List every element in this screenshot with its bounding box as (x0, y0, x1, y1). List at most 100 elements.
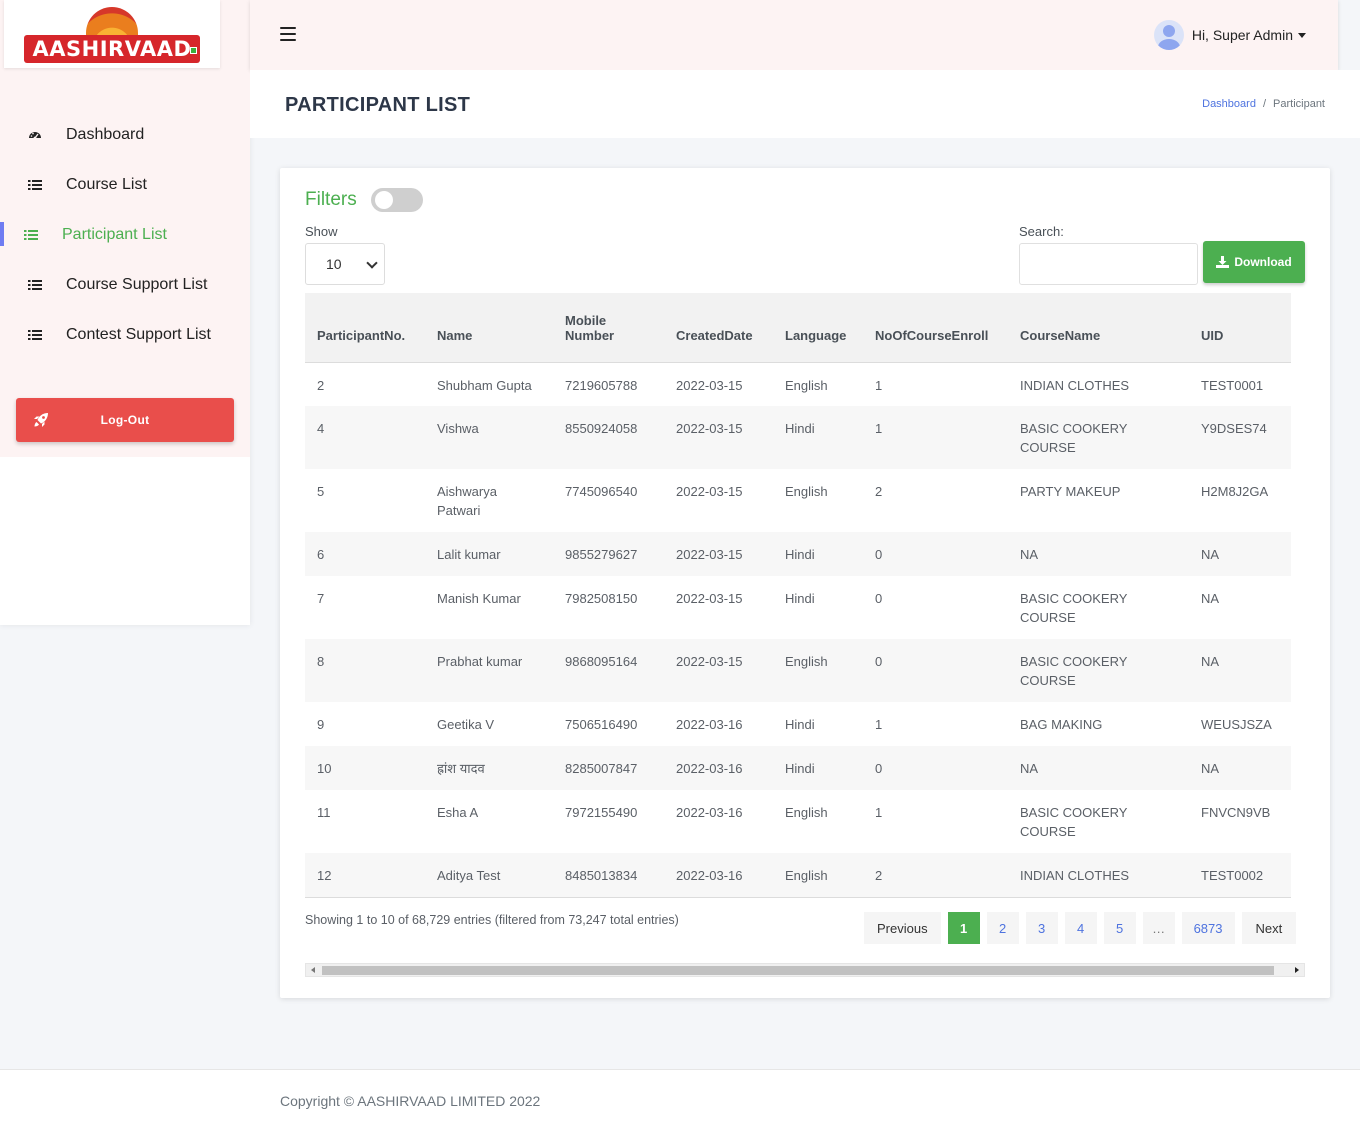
sidebar-item-course-support-list[interactable]: Course Support List (0, 260, 250, 310)
pagination-page-5[interactable]: 5 (1103, 912, 1136, 944)
sidebar-panel: AASHIRVAAD Dashboard Course List Partici… (0, 0, 250, 457)
table-cell: 2022-03-15 (664, 406, 773, 469)
show-entries-value: 10 (326, 256, 342, 272)
table-cell: NA (1189, 639, 1291, 702)
column-header-uid[interactable]: UID (1189, 293, 1291, 363)
show-entries-select[interactable]: 10 (305, 243, 385, 285)
table-cell: Vishwa (425, 406, 553, 469)
column-header-course-enroll[interactable]: NoOfCourseEnroll (863, 293, 1008, 363)
table-cell: 2022-03-16 (676, 805, 743, 820)
table-cell: ह्रांश यादव (425, 746, 553, 790)
logo-badge: AASHIRVAAD (24, 5, 200, 63)
pagination-page-4[interactable]: 4 (1064, 912, 1097, 944)
list-icon (24, 228, 38, 242)
filters-label: Filters (305, 189, 357, 210)
sidebar-item-label: Contest Support List (66, 326, 211, 343)
table-cell: 9 (317, 717, 325, 732)
download-label: Download (1234, 255, 1292, 269)
search-input[interactable] (1019, 243, 1198, 285)
rocket-icon (32, 411, 50, 429)
table-cell: Y9DSES74 (1189, 406, 1291, 469)
table-cell: 2 (317, 377, 325, 393)
brand-logo[interactable]: AASHIRVAAD (4, 0, 220, 68)
table-cell: Aishwarya Patwari (437, 484, 497, 518)
table-cell: 7506516490 (565, 717, 638, 732)
table-cell: 4 (305, 406, 425, 469)
sidebar-nav: Dashboard Course List Participant List C… (0, 110, 250, 360)
pagination-next-button[interactable]: Next (1241, 912, 1297, 944)
scroll-left-icon[interactable] (311, 967, 315, 973)
pagination-ellipsis: … (1142, 912, 1175, 944)
logo-text: AASHIRVAAD (32, 37, 192, 61)
table-cell: Lalit kumar (425, 532, 553, 576)
sidebar-item-participant-list[interactable]: Participant List (0, 210, 250, 260)
column-header-language[interactable]: Language (773, 293, 863, 363)
scrollbar-thumb[interactable] (322, 966, 1274, 975)
sidebar-item-dashboard[interactable]: Dashboard (0, 110, 250, 160)
table-row: 2 Shubham Gupta 7219605788 2022-03-15 En… (305, 362, 1291, 406)
table-cell: English (785, 377, 828, 393)
table-cell: TEST0001 (1201, 377, 1264, 393)
table-cell: 6 (305, 532, 425, 576)
filters-toggle[interactable] (370, 188, 423, 212)
table-cell: 8285007847 (553, 746, 664, 790)
pagination: Previous 1 2 3 4 5 … 6873 Next (864, 912, 1297, 944)
table-cell: Hindi (773, 746, 863, 790)
table-cell: BASIC COOKERY COURSE (1008, 639, 1189, 702)
veg-mark-icon (190, 47, 197, 54)
table-cell: 7745096540 (565, 484, 638, 499)
column-header-participant-no[interactable]: ParticipantNo. (305, 293, 425, 363)
column-header-name[interactable]: Name (425, 293, 553, 363)
table-cell: Manish Kumar (437, 591, 521, 606)
user-menu-dropdown[interactable]: Hi, Super Admin (1153, 20, 1306, 50)
sidebar-item-contest-support-list[interactable]: Contest Support List (0, 310, 250, 360)
chevron-down-icon (366, 257, 378, 269)
logo-bar: AASHIRVAAD (24, 35, 200, 63)
table-row: 11 Esha A 7972155490 2022-03-16 English … (305, 790, 1291, 853)
table-cell: INDIAN CLOTHES (1008, 853, 1189, 898)
pagination-page-3[interactable]: 3 (1025, 912, 1058, 944)
sidebar-item-course-list[interactable]: Course List (0, 160, 250, 210)
table-cell: 1 (863, 406, 1008, 469)
horizontal-scrollbar[interactable] (305, 963, 1305, 977)
dashboard-icon (28, 128, 42, 142)
pagination-page-2[interactable]: 2 (986, 912, 1019, 944)
sidebar: AASHIRVAAD Dashboard Course List Partici… (0, 0, 250, 625)
breadcrumb-dashboard-link[interactable]: Dashboard (1202, 98, 1256, 110)
table-row: 7 Manish Kumar 7982508150 2022-03-15 Hin… (305, 576, 1291, 639)
table-cell: English (785, 484, 828, 499)
table-cell: 1 (875, 717, 883, 732)
table-cell: 0 (875, 591, 883, 606)
menu-toggle-icon[interactable] (280, 27, 296, 41)
table-cell: FNVCN9VB (1201, 805, 1271, 820)
table-cell: 2022-03-15 (676, 377, 743, 393)
table-cell: NA (1189, 746, 1291, 790)
table-cell: BASIC COOKERY COURSE (1020, 591, 1128, 625)
pagination-page-last[interactable]: 6873 (1181, 912, 1235, 944)
pagination-page-1[interactable]: 1 (947, 912, 980, 944)
table-cell: 2022-03-15 (676, 591, 743, 606)
table-cell: PARTY MAKEUP (1020, 484, 1121, 499)
table-cell: 2022-03-15 (664, 639, 773, 702)
participant-card: Filters Show 10 Search: Download Partici… (280, 168, 1330, 998)
sidebar-item-label: Participant List (62, 226, 167, 243)
logout-label: Log-Out (100, 413, 150, 427)
pagination-previous-button[interactable]: Previous (864, 912, 941, 944)
column-header-mobile-number[interactable]: Mobile Number (553, 293, 664, 363)
table-cell: NA (1189, 532, 1291, 576)
column-header-created-date[interactable]: CreatedDate (664, 293, 773, 363)
table-cell: 12 (305, 853, 425, 898)
logout-button[interactable]: Log-Out (16, 398, 234, 442)
table-cell: 8550924058 (553, 406, 664, 469)
table-cell: WEUSJSZA (1201, 717, 1272, 732)
copyright-text: Copyright © AASHIRVAAD LIMITED 2022 (280, 1093, 541, 1109)
scroll-right-icon[interactable] (1295, 967, 1299, 973)
table-cell: 10 (305, 746, 425, 790)
participant-table: ParticipantNo. Name Mobile Number Create… (305, 293, 1291, 898)
table-cell: Prabhat kumar (425, 639, 553, 702)
download-button[interactable]: Download (1203, 241, 1305, 283)
table-cell: English (773, 639, 863, 702)
table-cell: 8485013834 (553, 853, 664, 898)
column-header-course-name[interactable]: CourseName (1008, 293, 1189, 363)
table-row: 10 ह्रांश यादव 8285007847 2022-03-16 Hin… (305, 746, 1291, 790)
